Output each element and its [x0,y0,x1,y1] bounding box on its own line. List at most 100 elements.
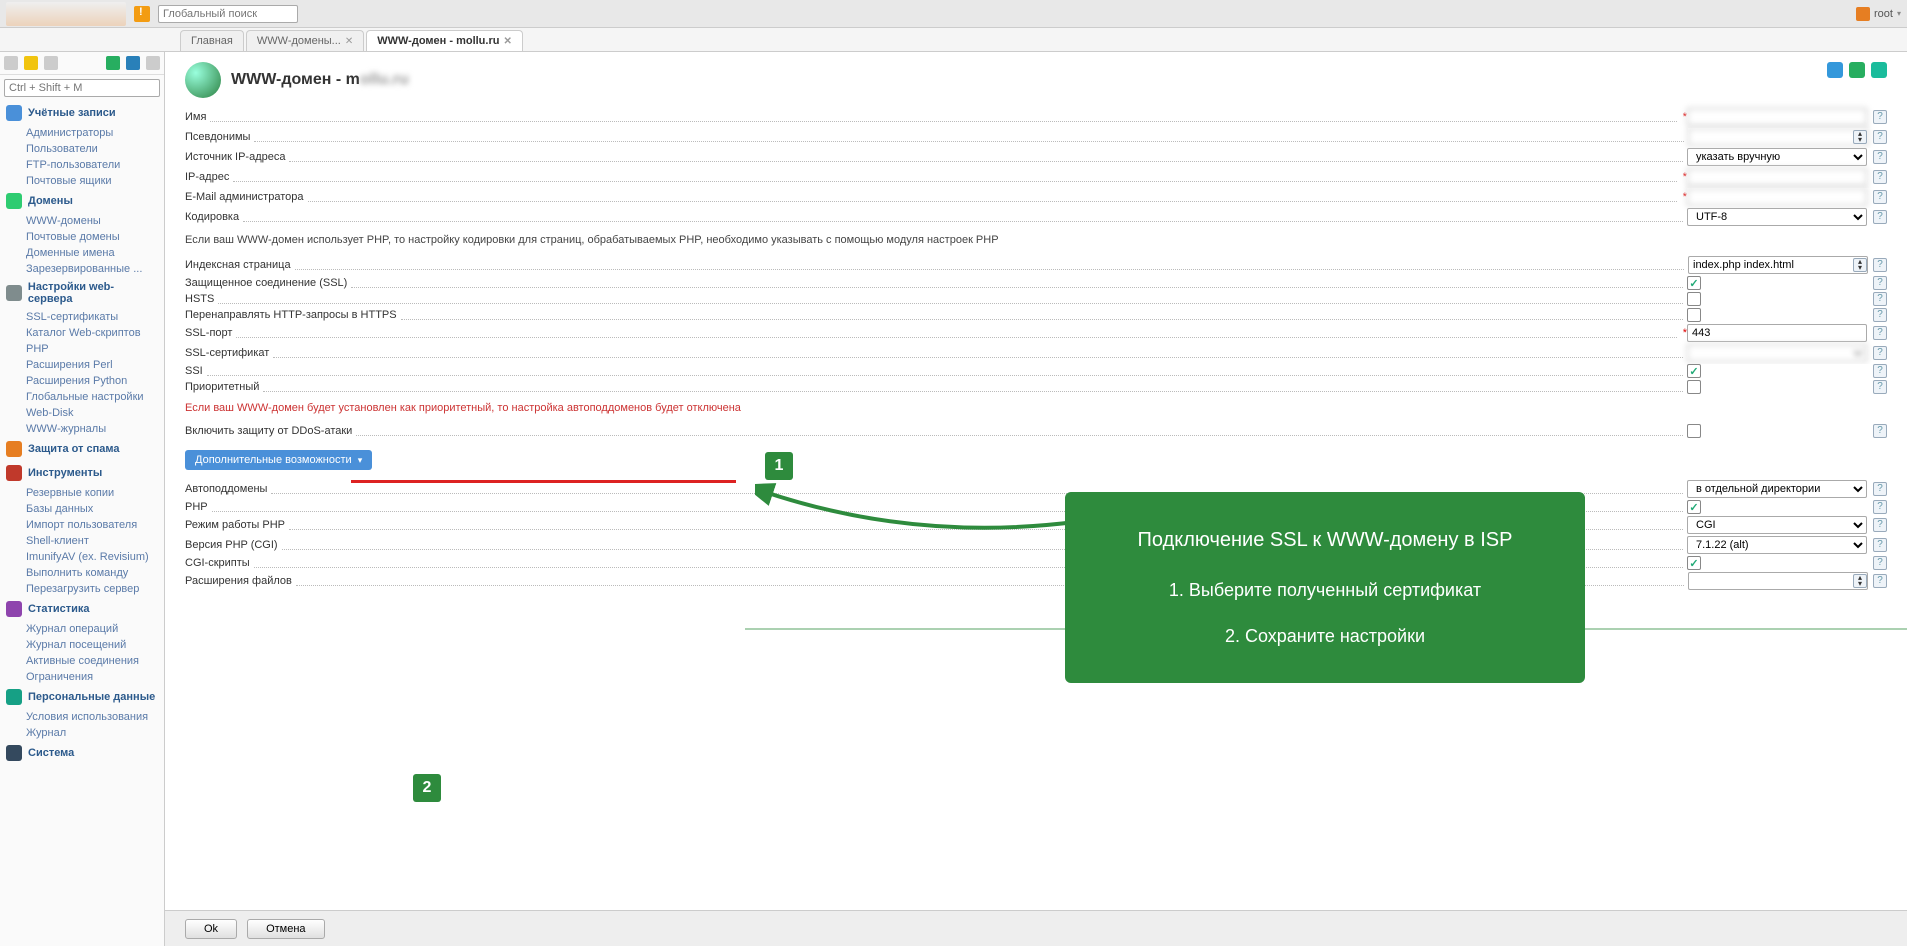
sidebar-item[interactable]: Журнал [0,725,164,741]
help-icon[interactable]: ? [1873,424,1887,438]
sidebar-item[interactable]: Условия использования [0,709,164,725]
sidebar-item[interactable]: ImunifyAV (ex. Revisium) [0,549,164,565]
help-icon[interactable]: ? [1873,110,1887,124]
refresh-icon[interactable] [1827,62,1843,78]
charset-select[interactable]: UTF-8 [1687,208,1867,226]
sidebar-item[interactable]: Расширения Perl [0,357,164,373]
hsts-checkbox[interactable] [1687,292,1701,306]
sidebar-item[interactable]: FTP-пользователи [0,157,164,173]
ext-input[interactable] [1688,572,1868,590]
expand-icon[interactable] [106,56,120,70]
help-icon[interactable]: ? [1873,150,1887,164]
sidebar-item[interactable]: WWW-домены [0,213,164,229]
cgi-checkbox[interactable] [1687,556,1701,570]
sidebar-item[interactable]: PHP [0,341,164,357]
help-icon[interactable]: ? [1873,538,1887,552]
spinner-icon[interactable] [1853,574,1867,588]
help-icon[interactable]: ? [1873,364,1887,378]
ip-src-select[interactable]: указать вручную [1687,148,1867,166]
sidebar-group-stats[interactable]: Статистика [0,597,164,621]
index-input[interactable] [1688,256,1868,274]
sidebar-item[interactable]: Shell-клиент [0,533,164,549]
spinner-icon[interactable] [1853,258,1867,272]
list-icon[interactable] [4,56,18,70]
ssl-port-input[interactable] [1687,324,1867,342]
section-toggle-additional[interactable]: Дополнительные возможности▾ [185,450,372,470]
email-input[interactable] [1687,188,1867,206]
sidebar-item[interactable]: Активные соединения [0,653,164,669]
help-icon[interactable]: ? [1873,500,1887,514]
close-icon[interactable]: ✕ [345,36,353,47]
globe-icon[interactable] [1849,62,1865,78]
help-icon[interactable]: ? [1873,258,1887,272]
autosub-select[interactable]: в отдельной директории [1687,480,1867,498]
sidebar-item[interactable]: Журнал операций [0,621,164,637]
sidebar-item[interactable]: Расширения Python [0,373,164,389]
sidebar-item[interactable]: Почтовые ящики [0,173,164,189]
collapse-icon[interactable] [126,56,140,70]
warning-icon[interactable] [134,6,150,22]
help-icon[interactable]: ? [1873,556,1887,570]
clipboard-icon[interactable] [44,56,58,70]
help-icon[interactable]: ? [1873,482,1887,496]
php-mode-select[interactable]: CGI [1687,516,1867,534]
ssl-cert-select[interactable] [1687,344,1867,362]
sidebar-item[interactable]: Ограничения [0,669,164,685]
help-icon[interactable]: ? [1873,190,1887,204]
sidebar-item[interactable]: Импорт пользователя [0,517,164,533]
tab-main[interactable]: Главная [180,30,244,51]
help-icon[interactable]: ? [1873,170,1887,184]
sidebar-group-webserver[interactable]: Настройки web-сервера [0,277,164,309]
sidebar-item[interactable]: Пользователи [0,141,164,157]
priority-checkbox[interactable] [1687,380,1701,394]
tab-www-list[interactable]: WWW-домены...✕ [246,30,364,51]
cancel-button[interactable]: Отмена [247,919,324,939]
tab-www-edit[interactable]: WWW-домен - mollu.ru✕ [366,30,523,51]
sidebar-group-spam[interactable]: Защита от спама [0,437,164,461]
aliases-input[interactable] [1688,128,1868,146]
sidebar-group-accounts[interactable]: Учётные записи [0,101,164,125]
sidebar-item[interactable]: Глобальные настройки [0,389,164,405]
star-icon[interactable] [24,56,38,70]
help-icon[interactable]: ? [1873,210,1887,224]
help-icon[interactable]: ? [1873,308,1887,322]
sidebar-group-personal[interactable]: Персональные данные [0,685,164,709]
ddos-checkbox[interactable] [1687,424,1701,438]
user-menu[interactable]: root ▾ [1856,7,1901,21]
sidebar-item[interactable]: Базы данных [0,501,164,517]
help-icon[interactable] [1871,62,1887,78]
ssi-checkbox[interactable] [1687,364,1701,378]
global-search-input[interactable] [158,5,298,23]
help-icon[interactable]: ? [1873,346,1887,360]
sidebar-item[interactable]: Перезагрузить сервер [0,581,164,597]
sidebar-item[interactable]: SSL-сертификаты [0,309,164,325]
close-icon[interactable]: ✕ [503,36,511,47]
sidebar-item[interactable]: Администраторы [0,125,164,141]
help-icon[interactable]: ? [1873,130,1887,144]
help-icon[interactable]: ? [1873,574,1887,588]
php-checkbox[interactable] [1687,500,1701,514]
name-input[interactable] [1687,108,1867,126]
spinner-icon[interactable] [1853,130,1867,144]
sidebar-item[interactable]: Журнал посещений [0,637,164,653]
help-icon[interactable]: ? [1873,326,1887,340]
sidebar-item[interactable]: Каталог Web-скриптов [0,325,164,341]
sidebar-item[interactable]: Web-Disk [0,405,164,421]
sidebar-item[interactable]: Почтовые домены [0,229,164,245]
help-icon[interactable]: ? [1873,276,1887,290]
sidebar-item[interactable]: WWW-журналы [0,421,164,437]
ip-input[interactable] [1687,168,1867,186]
ssl-checkbox[interactable] [1687,276,1701,290]
sidebar-group-system[interactable]: Система [0,741,164,765]
sidebar-search-input[interactable] [4,79,160,97]
sidebar-group-domains[interactable]: Домены [0,189,164,213]
sidebar-item[interactable]: Доменные имена [0,245,164,261]
sidebar-item[interactable]: Выполнить команду [0,565,164,581]
ok-button[interactable]: Ok [185,919,237,939]
sidebar-item[interactable]: Резервные копии [0,485,164,501]
https-redirect-checkbox[interactable] [1687,308,1701,322]
help-icon[interactable]: ? [1873,518,1887,532]
sidebar-group-tools[interactable]: Инструменты [0,461,164,485]
help-icon[interactable]: ? [1873,380,1887,394]
toggle-icon[interactable] [146,56,160,70]
